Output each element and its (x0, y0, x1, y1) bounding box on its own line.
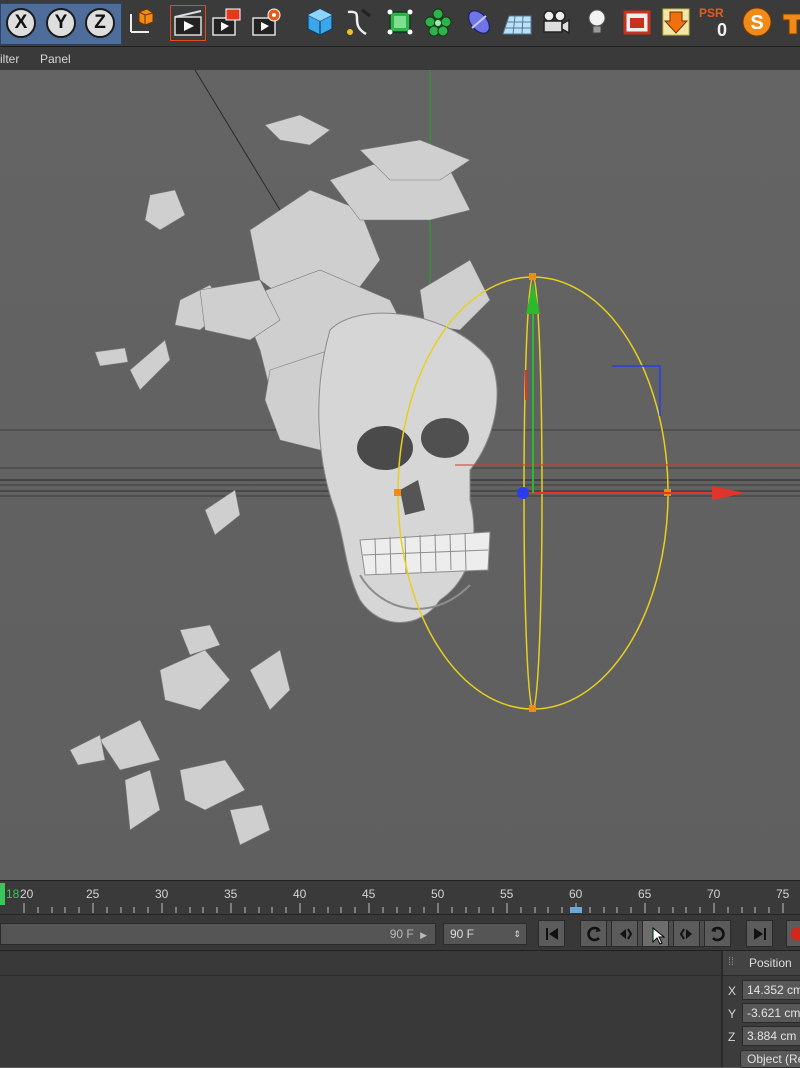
render-view-icon[interactable] (170, 5, 206, 41)
position-x-row: X 14.352 cm (723, 980, 800, 1002)
floor-icon[interactable] (500, 5, 534, 39)
x-label: X (728, 984, 737, 998)
y-axis-lock-button[interactable]: Y (46, 8, 76, 38)
mouse-cursor-icon (652, 927, 666, 945)
timeline-tick-label: 35 (224, 887, 238, 901)
keyframe-marker[interactable] (570, 907, 582, 913)
menu-filter[interactable]: ilter (0, 52, 19, 66)
timeline-tick-label: 30 (155, 887, 169, 901)
sculpt-icon[interactable]: S (740, 5, 774, 39)
previous-frame-button[interactable] (611, 920, 638, 947)
timeline-tick-label: 55 (500, 887, 514, 901)
x-axis-lock-button[interactable]: X (6, 8, 36, 38)
axis-lock-group: X Y Z (0, 3, 122, 45)
timeline-tick-label: 50 (431, 887, 445, 901)
psr-label: PSR (699, 6, 724, 20)
timeline-tick-label: 45 (362, 887, 376, 901)
bottom-panel: ⁞⁞ Position X 14.352 cm Y -3.621 cm Z 3.… (0, 950, 800, 1068)
timeline-tick-label: 75 (776, 887, 790, 901)
psr-indicator[interactable]: PSR 0 (697, 4, 735, 42)
go-to-start-icon (545, 927, 558, 940)
end-frame-field[interactable]: 90 F ⇕ (443, 923, 527, 945)
preview-end-arrow-icon: ▶ (420, 930, 427, 940)
svg-text:S: S (750, 12, 763, 34)
y-label: Y (728, 1007, 737, 1021)
go-to-start-button[interactable] (538, 920, 565, 947)
coordinates-manager: ⁞⁞ Position X 14.352 cm Y -3.621 cm Z 3.… (721, 951, 800, 1068)
next-frame-button[interactable] (673, 920, 700, 947)
object-relative-dropdown[interactable]: Object (Rel) (740, 1050, 800, 1068)
cloner-icon[interactable] (421, 5, 455, 39)
next-keyframe-button[interactable] (704, 920, 731, 947)
timeline-tick-label: 65 (638, 887, 652, 901)
layer-browser-icon[interactable] (620, 5, 654, 39)
go-to-end-icon (753, 927, 766, 940)
subdivision-icon[interactable] (383, 5, 417, 39)
playback-controls: 90 F ▶ 90 F ⇕ (0, 914, 800, 951)
position-z-field[interactable]: 3.884 cm (742, 1026, 800, 1046)
coordinate-system-icon[interactable] (124, 5, 158, 39)
timeline-tick-label: 20 (20, 887, 34, 901)
render-picture-viewer-icon[interactable] (209, 5, 243, 39)
tag-icon[interactable] (778, 5, 800, 39)
loop-back-icon (586, 926, 601, 941)
light-icon[interactable] (580, 5, 614, 39)
position-x-field[interactable]: 14.352 cm (742, 980, 800, 1000)
preview-end-frame: 90 F (389, 927, 414, 941)
position-y-field[interactable]: -3.621 cm (742, 1003, 800, 1023)
step-forward-icon (679, 927, 692, 940)
deformer-icon[interactable] (462, 5, 496, 39)
z-axis-handle[interactable] (517, 487, 529, 499)
camera-icon[interactable] (538, 5, 572, 39)
stepper-icon[interactable]: ⇕ (513, 924, 521, 944)
position-z-row: Z 3.884 cm (723, 1026, 800, 1048)
timeline-tick-label: 70 (707, 887, 721, 901)
timeline-tick-label: 40 (293, 887, 307, 901)
menu-panel[interactable]: Panel (40, 52, 71, 66)
go-to-end-button[interactable] (746, 920, 773, 947)
timeline-ruler[interactable]: 18 20 25 30 35 40 45 50 55 60 65 70 75 (0, 880, 800, 915)
psr-value: 0 (717, 20, 728, 40)
main-toolbar: X Y Z PSR 0 S (0, 0, 800, 47)
position-header-label: Position (749, 956, 792, 970)
loop-forward-icon (710, 926, 725, 941)
timeline-tick-label: 25 (86, 887, 100, 901)
z-axis-lock-button[interactable]: Z (85, 8, 115, 38)
download-icon[interactable] (659, 5, 693, 39)
3d-viewport[interactable] (0, 70, 800, 880)
grip-icon: ⁞⁞ (728, 956, 735, 968)
spline-pen-icon[interactable] (341, 5, 375, 39)
previous-keyframe-button[interactable] (580, 920, 607, 947)
record-icon (790, 927, 800, 940)
end-frame-value: 90 F (450, 927, 475, 941)
viewport-menubar: ilter Panel (0, 47, 800, 70)
position-y-row: Y -3.621 cm (723, 1003, 800, 1025)
timeline-tick-label: 60 (569, 887, 583, 901)
coordinates-header: ⁞⁞ Position (723, 951, 800, 976)
current-frame-marker[interactable] (0, 883, 5, 905)
viewport-scene (0, 70, 800, 880)
cube-icon[interactable] (303, 5, 337, 39)
render-settings-icon[interactable] (249, 5, 283, 39)
step-back-icon (619, 927, 632, 940)
record-button[interactable] (786, 920, 800, 947)
timeline-start-label: 18 (6, 887, 20, 901)
panel-divider (0, 975, 720, 976)
z-label: Z (728, 1030, 736, 1044)
preview-range-slider[interactable]: 90 F ▶ (0, 923, 436, 945)
